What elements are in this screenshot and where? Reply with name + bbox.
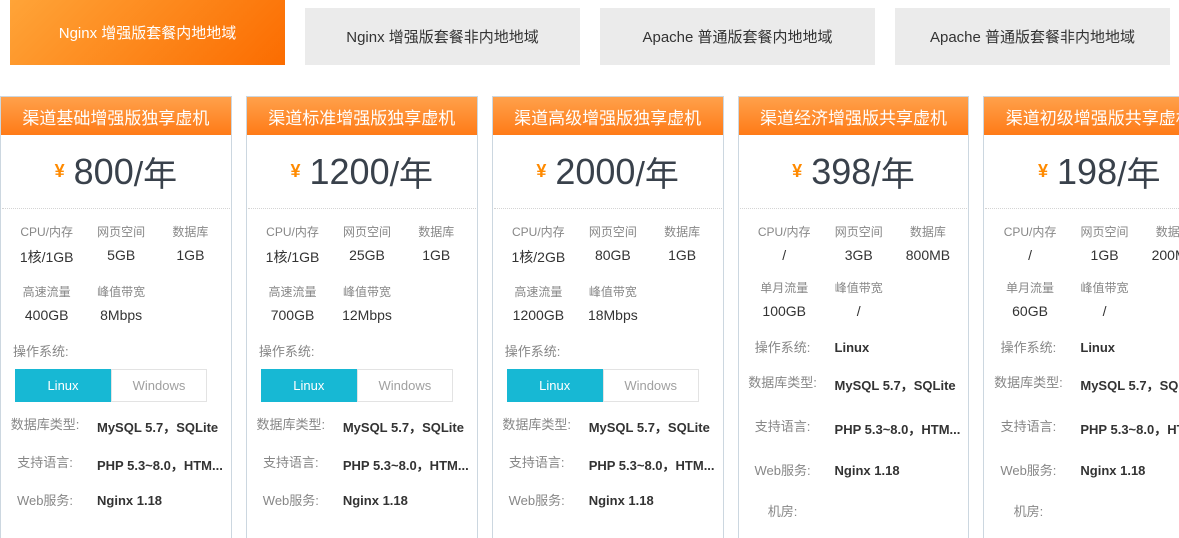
os-option-linux[interactable]: Linux: [15, 369, 111, 402]
detail-datacenter: 机房:: [984, 503, 1179, 520]
spec-traffic: 高速流量1200GB: [503, 283, 574, 323]
tab-apache-normal-nonmainland[interactable]: Apache 普通版套餐非内地地域: [895, 8, 1170, 65]
os-toggle: Linux Windows: [261, 369, 477, 402]
plan-title: 渠道初级增强版共享虚机: [984, 97, 1179, 135]
plan-card-basic: 渠道基础增强版独享虚机 ¥ 800 /年 CPU/内存1核/1GB 网页空间5G…: [0, 96, 232, 538]
spec-webspace: 网页空间25GB: [328, 223, 406, 267]
spec-cpu: CPU/内存1核/1GB: [257, 223, 328, 267]
plan-cards: 渠道基础增强版独享虚机 ¥ 800 /年 CPU/内存1核/1GB 网页空间5G…: [0, 96, 1179, 538]
detail-languages: 支持语言:PHP 5.3~8.0，HTM...: [739, 418, 969, 438]
detail-languages: 支持语言:PHP 5.3~8.0，HTM...: [247, 454, 477, 474]
tab-nginx-enhanced-nonmainland[interactable]: Nginx 增强版套餐非内地地域: [305, 8, 580, 65]
price-unit: /年: [871, 147, 914, 196]
spec-traffic: 单月流量60GB: [994, 279, 1065, 319]
spec-grid: CPU/内存1核/1GB 网页空间5GB 数据库1GB 高速流量400GB 峰值…: [1, 209, 231, 329]
plan-card-standard: 渠道标准增强版独享虚机 ¥ 1200 /年 CPU/内存1核/1GB 网页空间2…: [246, 96, 478, 538]
detail-web-service: Web服务:Nginx 1.18: [247, 492, 477, 509]
spec-grid: CPU/内存/ 网页空间1GB 数据库200MB 单月流量60GB 峰值带宽/: [984, 209, 1179, 325]
spec-cpu: CPU/内存1核/1GB: [11, 223, 82, 267]
price-value: 1200: [310, 151, 390, 193]
price-unit: /年: [1117, 147, 1160, 196]
detail-db-type: 数据库类型:MySQL 5.7，SQLite: [1, 416, 231, 436]
spec-bandwidth: 峰值带宽8Mbps: [82, 283, 160, 323]
os-option-windows[interactable]: Windows: [603, 369, 699, 402]
os-option-linux[interactable]: Linux: [261, 369, 357, 402]
plan-price: ¥ 198 /年: [985, 135, 1179, 209]
price-value: 2000: [555, 151, 635, 193]
tab-nginx-enhanced-mainland[interactable]: Nginx 增强版套餐内地地域: [10, 0, 285, 65]
currency-symbol: ¥: [290, 161, 300, 182]
currency-symbol: ¥: [55, 161, 65, 182]
spec-bandwidth: 峰值带宽12Mbps: [328, 283, 406, 323]
plan-title: 渠道高级增强版独享虚机: [493, 97, 723, 135]
detail-db-type: 数据库类型:MySQL 5.7，SQLite: [247, 416, 477, 436]
plan-price: ¥ 1200 /年: [248, 135, 476, 209]
spec-webspace: 网页空间80GB: [574, 223, 652, 267]
currency-symbol: ¥: [536, 161, 546, 182]
price-unit: /年: [635, 147, 678, 196]
price-value: 198: [1057, 151, 1117, 193]
currency-symbol: ¥: [792, 161, 802, 182]
os-label: 操作系统:: [505, 341, 723, 360]
spec-database: 数据库1GB: [406, 223, 467, 267]
spec-database: 数据库200MB: [1143, 223, 1179, 263]
plan-title: 渠道标准增强版独享虚机: [247, 97, 477, 135]
os-toggle: Linux Windows: [507, 369, 723, 402]
os-label: 操作系统:: [13, 341, 231, 360]
price-value: 398: [811, 151, 871, 193]
detail-web-service: Web服务:Nginx 1.18: [1, 492, 231, 509]
spec-webspace: 网页空间3GB: [820, 223, 898, 263]
spec-bandwidth: 峰值带宽/: [820, 279, 898, 319]
detail-languages: 支持语言:PHP 5.3~8.0，HTM...: [493, 454, 723, 474]
plan-price: ¥ 2000 /年: [494, 135, 722, 209]
spec-grid: CPU/内存/ 网页空间3GB 数据库800MB 单月流量100GB 峰值带宽/: [739, 209, 969, 325]
detail-web-service: Web服务:Nginx 1.18: [984, 462, 1179, 479]
detail-db-type: 数据库类型:MySQL 5.7，SQLite: [493, 416, 723, 436]
spec-grid: CPU/内存1核/2GB 网页空间80GB 数据库1GB 高速流量1200GB …: [493, 209, 723, 329]
spec-webspace: 网页空间1GB: [1066, 223, 1144, 263]
detail-datacenter: 机房:: [739, 503, 969, 520]
plan-card-entry: 渠道初级增强版共享虚机 ¥ 198 /年 CPU/内存/ 网页空间1GB 数据库…: [983, 96, 1179, 538]
price-unit: /年: [390, 147, 433, 196]
currency-symbol: ¥: [1038, 161, 1048, 182]
spec-webspace: 网页空间5GB: [82, 223, 160, 267]
detail-os: 操作系统:Linux: [739, 339, 969, 356]
detail-web-service: Web服务:Nginx 1.18: [493, 492, 723, 509]
spec-database: 数据库800MB: [898, 223, 959, 263]
os-label: 操作系统:: [259, 341, 477, 360]
plan-tabs: Nginx 增强版套餐内地地域 Nginx 增强版套餐非内地地域 Apache …: [0, 0, 1179, 65]
price-value: 800: [74, 151, 134, 193]
spec-grid: CPU/内存1核/1GB 网页空间25GB 数据库1GB 高速流量700GB 峰…: [247, 209, 477, 329]
plan-title: 渠道经济增强版共享虚机: [739, 97, 969, 135]
plan-card-economy: 渠道经济增强版共享虚机 ¥ 398 /年 CPU/内存/ 网页空间3GB 数据库…: [738, 96, 970, 538]
spec-database: 数据库1GB: [652, 223, 713, 267]
spec-database: 数据库1GB: [160, 223, 221, 267]
os-toggle: Linux Windows: [15, 369, 231, 402]
spec-bandwidth: 峰值带宽18Mbps: [574, 283, 652, 323]
os-option-linux[interactable]: Linux: [507, 369, 603, 402]
spec-cpu: CPU/内存1核/2GB: [503, 223, 574, 267]
detail-db-type: 数据库类型:MySQL 5.7，SQLite: [984, 374, 1179, 394]
spec-cpu: CPU/内存/: [749, 223, 820, 263]
spec-traffic: 高速流量700GB: [257, 283, 328, 323]
plan-price: ¥ 800 /年: [2, 135, 230, 209]
os-option-windows[interactable]: Windows: [111, 369, 207, 402]
price-unit: /年: [134, 147, 177, 196]
spec-cpu: CPU/内存/: [994, 223, 1065, 263]
detail-languages: 支持语言:PHP 5.3~8.0，HTM...: [984, 418, 1179, 438]
spec-traffic: 高速流量400GB: [11, 283, 82, 323]
os-option-windows[interactable]: Windows: [357, 369, 453, 402]
tab-apache-normal-mainland[interactable]: Apache 普通版套餐内地地域: [600, 8, 875, 65]
detail-web-service: Web服务:Nginx 1.18: [739, 462, 969, 479]
detail-os: 操作系统:Linux: [984, 339, 1179, 356]
detail-db-type: 数据库类型:MySQL 5.7，SQLite: [739, 374, 969, 394]
detail-languages: 支持语言:PHP 5.3~8.0，HTM...: [1, 454, 231, 474]
plan-price: ¥ 398 /年: [740, 135, 968, 209]
plan-title: 渠道基础增强版独享虚机: [1, 97, 231, 135]
plan-card-advanced: 渠道高级增强版独享虚机 ¥ 2000 /年 CPU/内存1核/2GB 网页空间8…: [492, 96, 724, 538]
spec-traffic: 单月流量100GB: [749, 279, 820, 319]
spec-bandwidth: 峰值带宽/: [1066, 279, 1144, 319]
